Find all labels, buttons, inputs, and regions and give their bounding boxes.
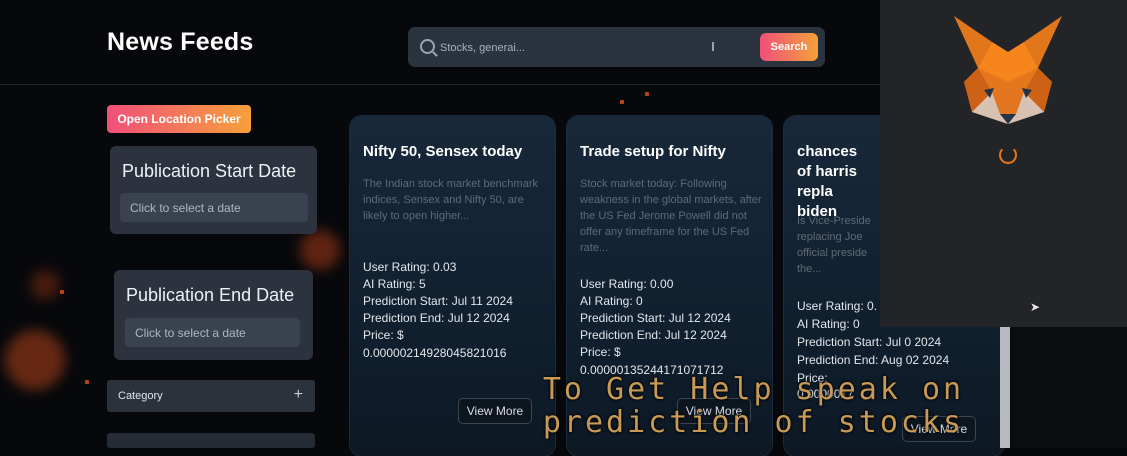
wallet-extension-popup: ➤ bbox=[880, 0, 1127, 327]
end-date-field[interactable]: Click to select a date bbox=[125, 318, 300, 347]
search-icon bbox=[420, 39, 435, 54]
card-description: Is Vice-Preside replacing Joe official p… bbox=[797, 215, 871, 275]
card-title: chances of harris repla biden bbox=[797, 143, 858, 220]
ai-rating: AI Rating: 5 bbox=[363, 277, 426, 291]
prediction-start: Prediction Start: Jul 12 2024 bbox=[580, 311, 731, 325]
search-button[interactable]: Search bbox=[760, 33, 818, 61]
prediction-end: Prediction End: Aug 02 2024 bbox=[797, 353, 950, 367]
ember bbox=[60, 290, 64, 294]
card-description: Stock market today: Following weakness i… bbox=[580, 178, 762, 254]
category-label: Category bbox=[118, 390, 163, 402]
user-rating: User Rating: 0.03 bbox=[363, 260, 457, 274]
ember bbox=[85, 380, 89, 384]
start-date-panel: Publication Start Date Click to select a… bbox=[110, 146, 317, 234]
ember bbox=[620, 100, 624, 104]
price-label: Price: $ bbox=[580, 345, 621, 359]
card-title: Trade setup for Nifty bbox=[580, 143, 726, 160]
ai-rating: AI Rating: 0 bbox=[580, 294, 643, 308]
mouse-pointer-icon: ➤ bbox=[1030, 300, 1041, 314]
prediction-end: Prediction End: Jul 12 2024 bbox=[363, 311, 510, 325]
search-input[interactable] bbox=[438, 37, 702, 59]
video-caption-line-1: To Get Help speak on bbox=[542, 372, 965, 407]
prediction-end: Prediction End: Jul 12 2024 bbox=[580, 328, 727, 342]
fox-icon bbox=[954, 16, 1062, 124]
open-location-picker-button[interactable]: Open Location Picker bbox=[107, 105, 251, 133]
end-date-label: Publication End Date bbox=[126, 285, 295, 305]
background-glow bbox=[300, 230, 340, 270]
start-date-field[interactable]: Click to select a date bbox=[120, 193, 308, 222]
text-cursor bbox=[712, 42, 714, 51]
card-title: Nifty 50, Sensex today bbox=[363, 143, 523, 160]
prediction-start: Prediction Start: Jul 11 2024 bbox=[363, 294, 513, 308]
user-rating: User Rating: 0.00 bbox=[580, 277, 674, 291]
prediction-start: Prediction Start: Jul 0 2024 bbox=[797, 335, 942, 349]
card-description: The Indian stock market benchmark indice… bbox=[363, 178, 538, 222]
search-bar: Search bbox=[408, 27, 825, 67]
page-title: News Feeds bbox=[107, 28, 254, 56]
ember bbox=[645, 92, 649, 96]
spinner-icon bbox=[999, 146, 1017, 164]
price-value: 0.00000214928045821016 bbox=[363, 346, 507, 360]
background-glow bbox=[30, 270, 60, 300]
start-date-label: Publication Start Date bbox=[122, 161, 297, 181]
background-glow bbox=[5, 330, 65, 390]
video-caption-line-2: prediction of stocks bbox=[542, 405, 965, 440]
end-date-panel: Publication End Date Click to select a d… bbox=[114, 270, 313, 360]
header-divider bbox=[0, 84, 880, 85]
price-label: Price: $ bbox=[363, 328, 404, 342]
